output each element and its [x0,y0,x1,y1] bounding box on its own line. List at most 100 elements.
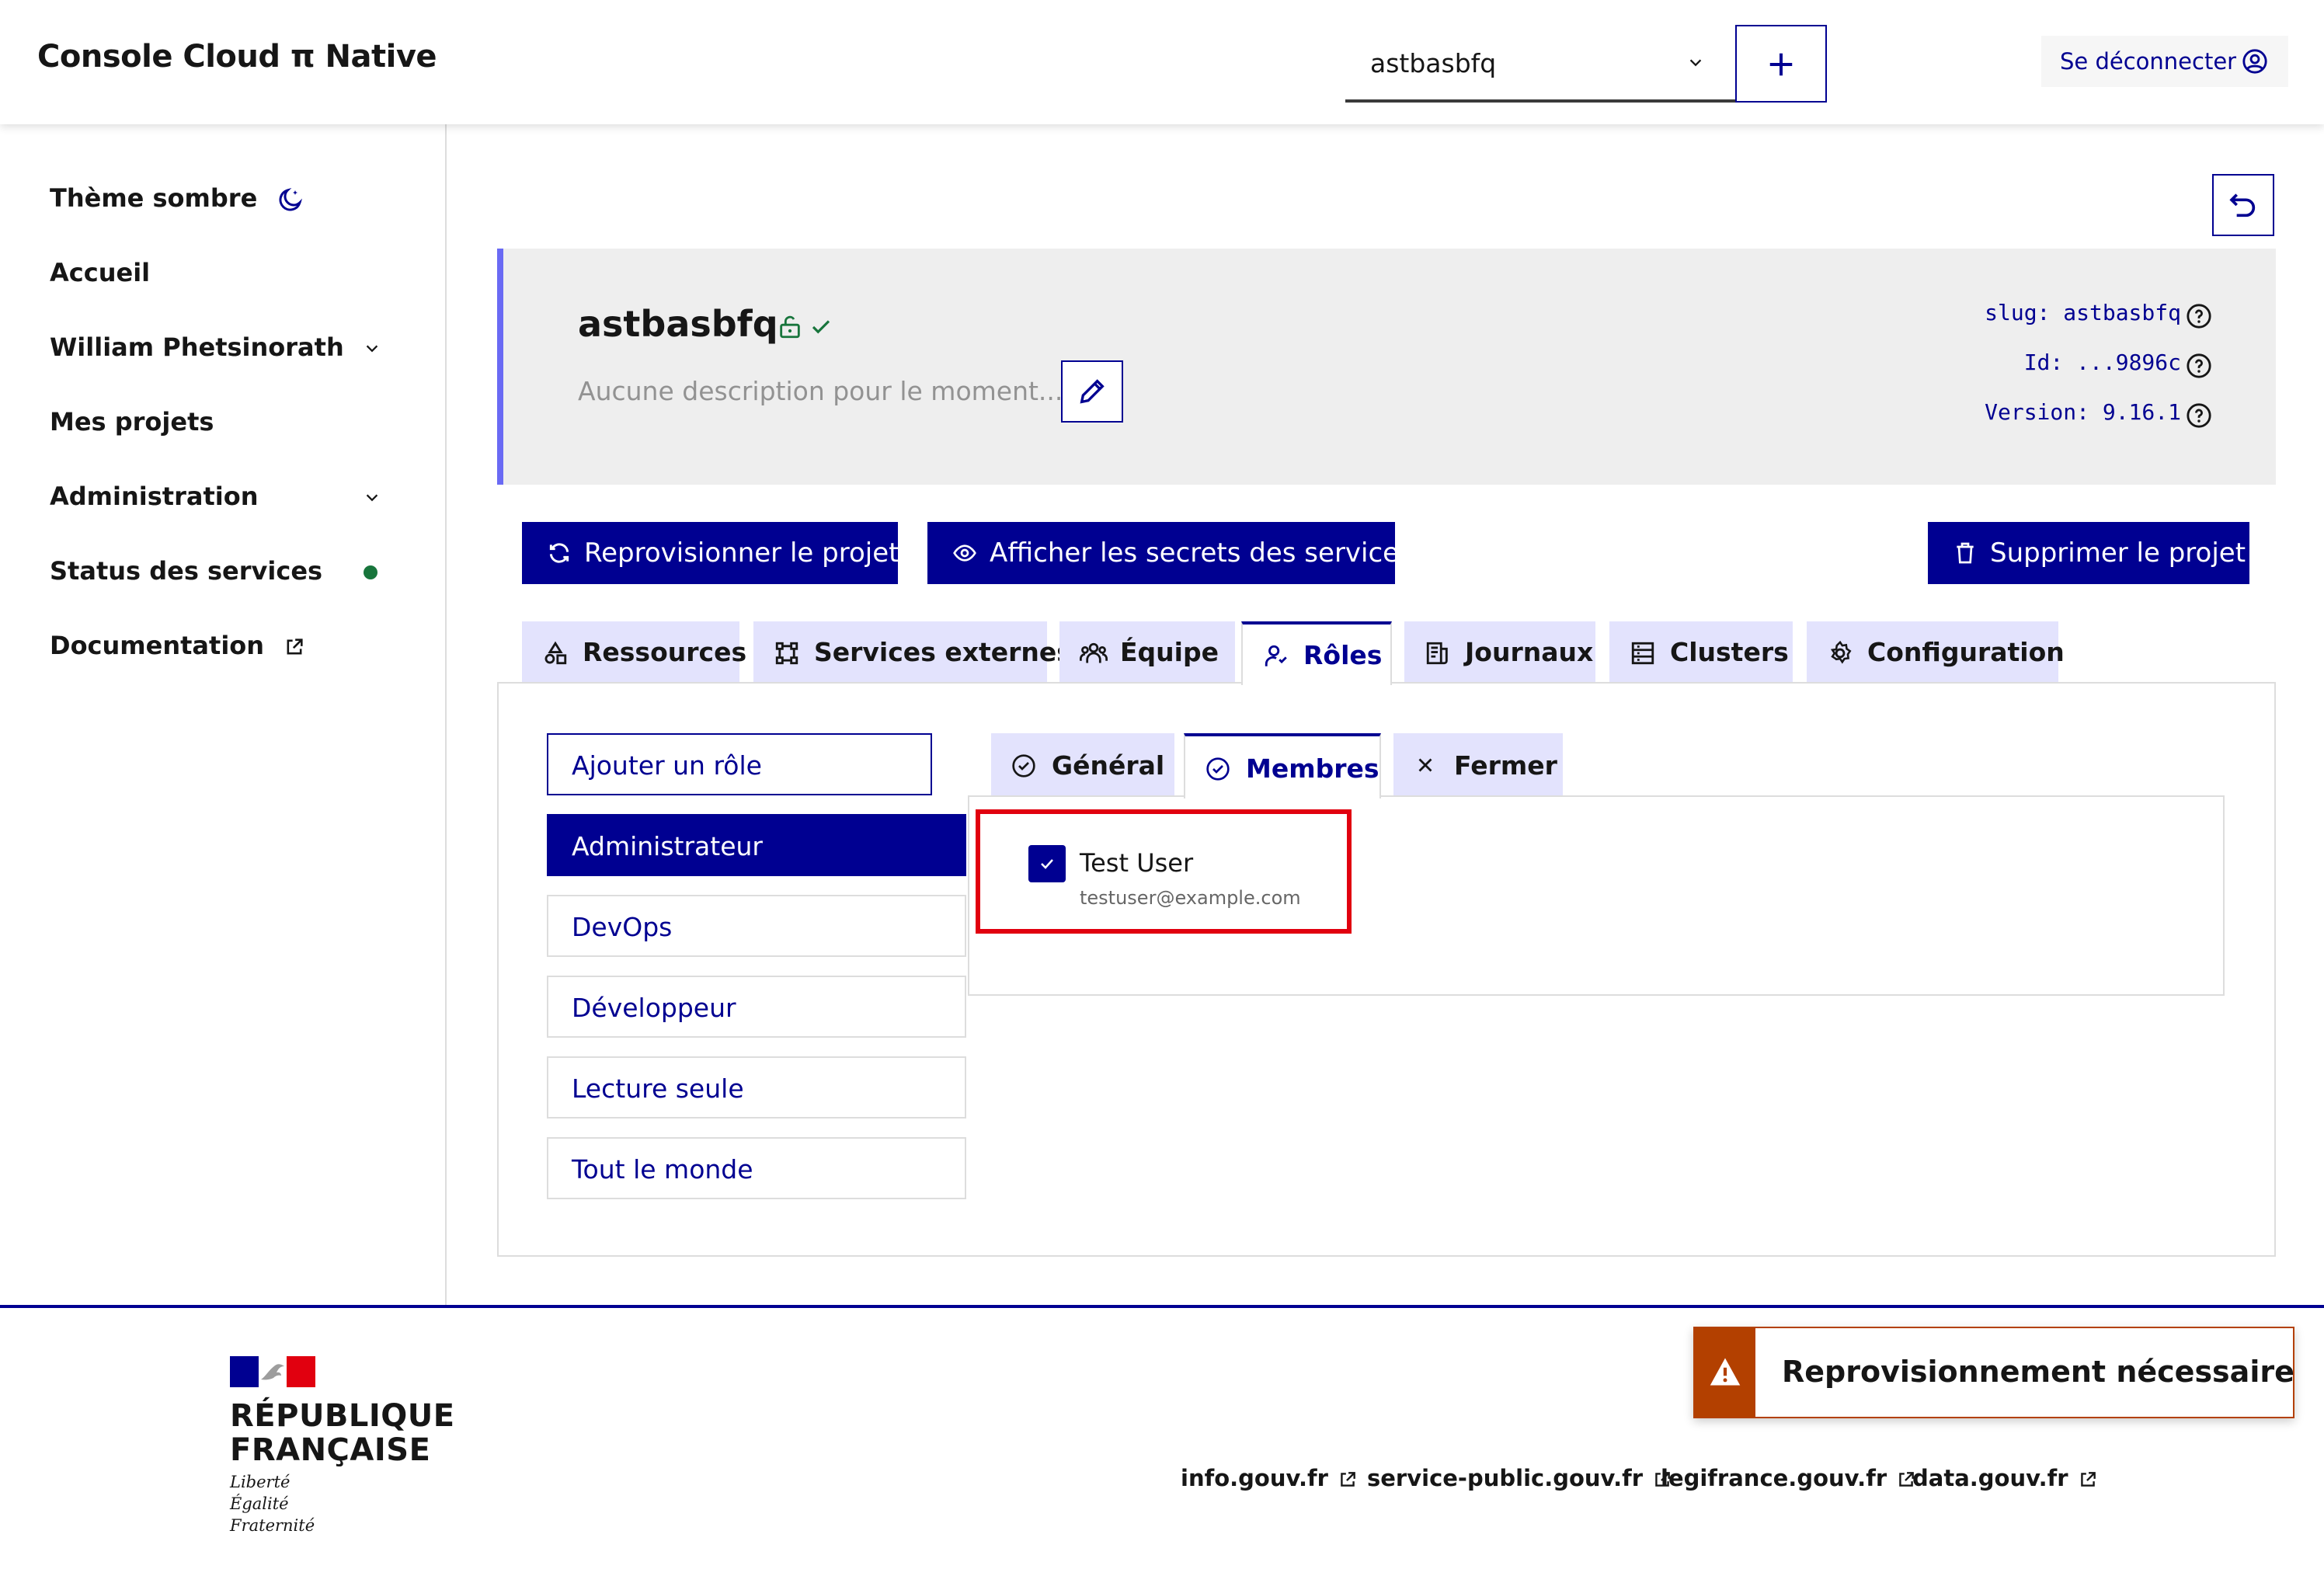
chevron-down-icon [366,345,378,353]
plus-icon [1769,53,1793,76]
reprovision-button[interactable]: Reprovisionner le projet [522,522,899,584]
sidebar-item-label: Thème sombre [50,183,258,213]
tab-label: Services externes [814,637,1072,667]
tab-label: Équipe [1120,637,1219,667]
member-email: testuser@example.com [1080,887,1301,909]
tab-label: Configuration [1867,637,2065,667]
account-icon [2242,49,2267,74]
gear-icon [1830,640,1852,664]
checkmark-icon [1041,859,1053,869]
role-label: DevOps [572,912,673,942]
tab-label: Rôles [1303,640,1383,670]
role-item-devops[interactable]: DevOps [547,895,966,957]
tab-close[interactable]: Fermer [1393,733,1563,797]
role-item-tout-le-monde[interactable]: Tout le monde [547,1137,966,1199]
eye-icon [953,544,976,562]
delete-project-button[interactable]: Supprimer le projet [1928,522,2249,584]
marianne-logo [230,1356,315,1387]
add-project-button[interactable] [1735,25,1827,103]
sidebar-item-dark-theme[interactable]: Thème sombre [50,183,304,214]
reprovision-label: Reprovisionner le projet [584,537,899,569]
app-title[interactable]: Console Cloud π Native [37,39,437,75]
tab-label: Fermer [1454,750,1557,781]
sidebar-item-home[interactable]: Accueil [50,258,150,287]
pencil-icon [1080,379,1105,404]
user-icon [1265,645,1287,666]
edit-description-button[interactable] [1061,360,1123,423]
refresh-icon [549,543,569,563]
toast-icon-box [1695,1328,1755,1417]
project-card: astbasbfq Aucune description pour le mom… [497,249,2276,485]
footer-link-label: service-public.gouv.fr [1367,1465,1644,1491]
logout-label: Se déconnecter [2060,48,2237,75]
add-role-button[interactable]: Ajouter un rôle [547,733,932,795]
toast-message: Reprovisionnement nécessaire [1782,1355,2294,1389]
status-indicator [364,565,377,579]
logout-button[interactable]: Se déconnecter [2041,36,2288,87]
external-link-icon [2080,1472,2096,1487]
external-link-icon [287,638,303,655]
sidebar-item-service-status[interactable]: Status des services [50,556,322,586]
footer-link-label: data.gouv.fr [1912,1465,2068,1491]
unlock-icon[interactable] [777,314,803,340]
member-name: Test User [1080,848,1194,878]
footer-link-label: legifrance.gouv.fr [1661,1465,1887,1491]
project-select[interactable]: astbasbfq [1345,26,1735,103]
member-checkbox[interactable] [1028,845,1066,882]
undo-button[interactable] [2212,174,2274,236]
delete-project-label: Supprimer le projet [1990,537,2246,569]
sidebar-item-administration[interactable]: Administration [50,482,258,511]
project-slug: slug: astbasbfq [1985,300,2181,325]
chevron-down-icon [366,494,378,502]
role-item-lecture-seule[interactable]: Lecture seule [547,1056,966,1118]
tab-label: Journaux [1465,637,1594,667]
tab-resources[interactable]: Ressources [522,621,746,684]
tab-roles[interactable]: Rôles [1241,621,1392,685]
role-label: Administrateur [572,831,763,861]
footer-link-legifrance[interactable]: legifrance.gouv.fr [1661,1465,1916,1491]
add-role-label: Ajouter un rôle [572,750,762,781]
help-icon[interactable] [2186,353,2212,379]
footer-link-info-gouv[interactable]: info.gouv.fr [1181,1465,1358,1491]
show-secrets-label: Afficher les secrets des services [990,537,1413,569]
tab-configuration[interactable]: Configuration [1807,621,2065,684]
services-icon [775,642,798,665]
warning-icon [1710,1358,1741,1386]
team-icon [1080,642,1108,663]
header: Console Cloud π Native astbasbfq Se déco… [0,0,2324,124]
tab-label: Clusters [1670,637,1789,667]
republique-label-2: FRANÇAISE [230,1432,431,1468]
sidebar-item-label: Documentation [50,631,265,660]
tab-clusters[interactable]: Clusters [1609,621,1793,684]
tab-external-services[interactable]: Services externes [753,621,1072,684]
tab-general[interactable]: Général [991,733,1174,797]
help-icon[interactable] [2186,402,2212,429]
sidebar-item-my-projects[interactable]: Mes projets [50,407,214,437]
sidebar-item-user[interactable]: William Phetsinorath [50,332,344,362]
tab-members[interactable]: Membres [1184,733,1381,798]
motto-liberte: Liberté [230,1473,290,1491]
help-icon[interactable] [2186,303,2212,329]
role-label: Tout le monde [572,1154,753,1185]
project-id: Id: ...9896c [2023,350,2181,375]
footer-link-label: info.gouv.fr [1181,1465,1328,1491]
chevron-down-icon [1687,54,1704,71]
footer-link-service-public[interactable]: service-public.gouv.fr [1367,1465,1672,1491]
project-version: Version: 9.16.1 [1985,399,2181,425]
sidebar: Thème sombre Accueil William Phetsinorat… [0,124,447,1307]
sidebar-item-documentation[interactable]: Documentation [50,631,305,660]
trash-icon [1957,542,1974,564]
republique-label-1: RÉPUBLIQUE [230,1398,455,1434]
tab-logs[interactable]: Journaux [1404,621,1595,684]
show-secrets-button[interactable]: Afficher les secrets des services [927,522,1413,584]
role-item-administrateur[interactable]: Administrateur [547,814,966,876]
toast-notification[interactable]: Reprovisionnement nécessaire [1693,1327,2294,1418]
role-item-developpeur[interactable]: Développeur [547,976,966,1038]
external-link-icon [1341,1472,1355,1487]
motto-egalite: Égalité [230,1494,289,1513]
check-circle-icon [1206,757,1230,781]
tab-team[interactable]: Équipe [1059,621,1235,684]
clusters-icon [1631,642,1654,665]
footer-link-data-gouv[interactable]: data.gouv.fr [1912,1465,2098,1491]
motto-fraternite: Fraternité [230,1516,315,1535]
